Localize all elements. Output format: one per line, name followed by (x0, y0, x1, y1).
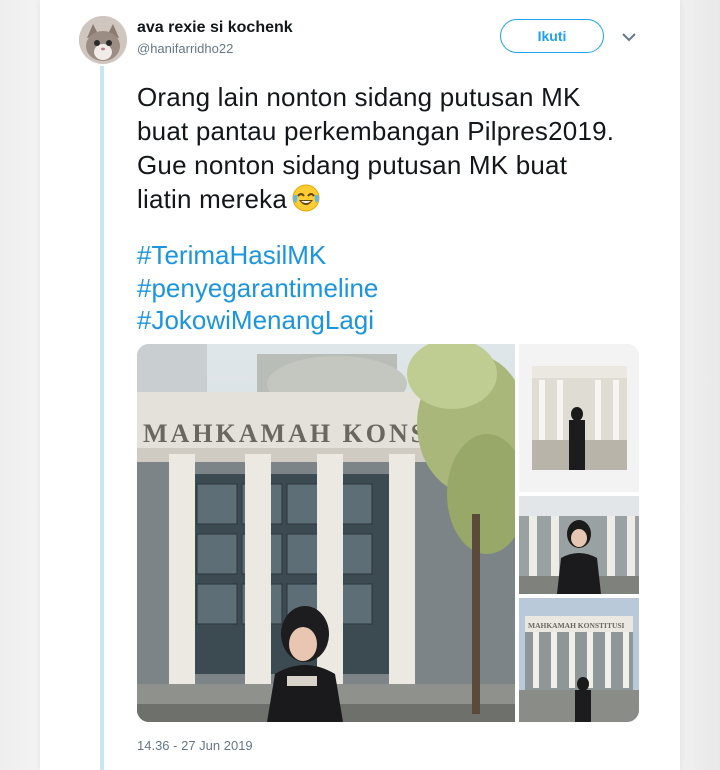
chevron-down-icon[interactable] (620, 30, 638, 44)
tweet-text-line: liatin mereka (137, 184, 287, 214)
building-sign-text: MAHKAMAH KONSTI (143, 419, 462, 448)
follow-button[interactable]: Ikuti (500, 19, 604, 53)
user-handle[interactable]: @hanifarridho22 (137, 41, 233, 56)
tweet-timestamp[interactable]: 14.36 - 27 Jun 2019 (137, 738, 253, 753)
avatar[interactable] (79, 16, 127, 64)
face-with-tears-of-joy-icon (291, 183, 321, 213)
cat-avatar-icon (79, 16, 127, 64)
hashtag-list: #TerimaHasilMK #penyegarantimeline #Joko… (137, 239, 657, 337)
hashtag-link[interactable]: #JokowiMenangLagi (137, 304, 657, 337)
tweet-text-line: Orang lain nonton sidang putusan MK (137, 82, 581, 112)
thread-line (100, 66, 104, 770)
thumbnail-photo-3[interactable]: MAHKAMAH KONSTITUSI (519, 598, 639, 722)
tweet-text: Orang lain nonton sidang putusan MK buat… (137, 80, 657, 216)
tweet-media-grid[interactable]: MAHKAMAH KONSTI MAHKAMAH KONSTITUSI (137, 344, 639, 722)
thumb-sign-text: MAHKAMAH KONSTITUSI (528, 621, 625, 630)
thumbnail-photo-1[interactable] (519, 344, 639, 492)
thumbnail-photo-2[interactable] (519, 496, 639, 594)
tweet-text-line: Gue nonton sidang putusan MK buat (137, 150, 568, 180)
tweet-text-line: buat pantau perkembangan Pilpres2019. (137, 116, 615, 146)
hashtag-link[interactable]: #penyegarantimeline (137, 272, 657, 305)
main-photo[interactable]: MAHKAMAH KONSTI (137, 344, 527, 722)
tweet-text-line-last: liatin mereka (137, 182, 657, 216)
hashtag-link[interactable]: #TerimaHasilMK (137, 239, 657, 272)
display-name[interactable]: ava rexie si kochenk (137, 19, 293, 37)
